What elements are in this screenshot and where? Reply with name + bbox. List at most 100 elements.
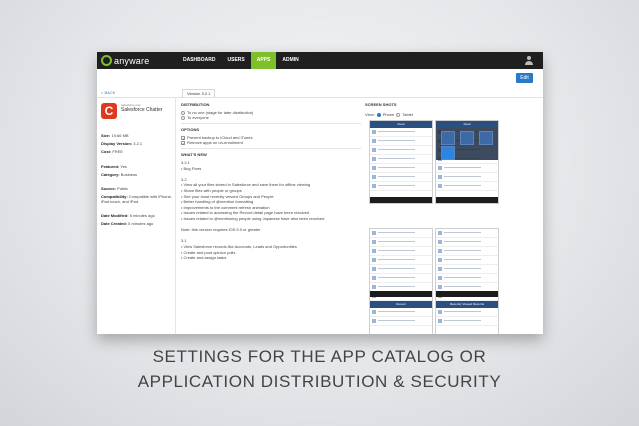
detail-key: Source:	[101, 186, 116, 191]
detail-key: Display Version:	[101, 141, 133, 146]
list-item	[370, 155, 432, 164]
view-option-phone[interactable]: Phone	[383, 112, 395, 117]
detail-value: Business	[120, 172, 138, 177]
detail-row: Cost: FREE	[101, 149, 173, 154]
list-item	[370, 173, 432, 182]
list-item	[370, 256, 432, 265]
sub-header: < BACK Version 3.2.1	[97, 88, 543, 98]
second-screen: Recent	[370, 301, 432, 326]
option-label: Remove apps on un-enrollment	[187, 140, 243, 145]
phone-screenshot[interactable]: Recent	[369, 228, 433, 334]
list-item	[370, 137, 432, 146]
list-item	[370, 128, 432, 137]
detail-key: Date Modified:	[101, 213, 129, 218]
action-tile	[441, 146, 455, 160]
radio-icon[interactable]	[181, 115, 185, 120]
list-item	[436, 164, 498, 173]
caption-line-2: APPLICATION DISTRIBUTION & SECURITY	[137, 372, 502, 391]
phone-screenshot[interactable]: Feed	[369, 120, 433, 204]
back-link[interactable]: < BACK	[101, 90, 115, 95]
view-option-tablet[interactable]: Tablet	[402, 112, 413, 117]
list-item	[370, 265, 432, 274]
option-remove-apps[interactable]: ✓ Remove apps on un-enrollment	[181, 140, 361, 145]
top-nav-bar: anyware DASHBOARD USERS APPS ADMIN	[97, 52, 543, 69]
tab-bar	[436, 291, 498, 297]
list-item	[436, 173, 498, 182]
list-item	[370, 164, 432, 173]
radio-icon[interactable]	[396, 112, 401, 117]
second-screen: Recently Viewed Records	[436, 301, 498, 326]
app-details-panel: C salesforce.com Salesforce Chatter Size…	[97, 98, 176, 334]
detail-key: Date Created:	[101, 221, 128, 226]
list-item	[436, 256, 498, 265]
list-item	[436, 247, 498, 256]
detail-key: Cost:	[101, 149, 112, 154]
nav-admin[interactable]: ADMIN	[276, 52, 304, 69]
list-item	[370, 238, 432, 247]
checkbox-icon[interactable]: ✓	[181, 135, 185, 140]
action-overlay	[436, 128, 498, 160]
nav-dashboard[interactable]: DASHBOARD	[177, 52, 222, 69]
list-item	[370, 229, 432, 238]
detail-row: Display Version: 3.2.1	[101, 141, 173, 146]
radio-icon[interactable]	[181, 110, 185, 115]
action-tile	[479, 131, 493, 145]
screenshots-heading: SCREEN SHOTS	[365, 102, 397, 107]
phone-title: Recent	[370, 301, 432, 308]
radio-icon[interactable]	[376, 112, 381, 117]
detail-value: Public	[117, 186, 128, 191]
list-item	[370, 317, 432, 326]
settings-column: DISTRIBUTION To no one (stage for later …	[181, 102, 361, 334]
list-item	[436, 182, 498, 191]
list-item	[436, 317, 498, 326]
detail-row: Date Modified: 5 minutes ago	[101, 213, 173, 218]
action-tile	[441, 131, 455, 145]
nav-users[interactable]: USERS	[222, 52, 251, 69]
checkbox-icon[interactable]: ✓	[181, 140, 185, 145]
detail-row: Size: 19.66 MB	[101, 133, 173, 138]
detail-row: Featured: Yes	[101, 164, 173, 169]
list-item	[436, 229, 498, 238]
distribution-heading: DISTRIBUTION	[181, 102, 210, 107]
main-nav: DASHBOARD USERS APPS ADMIN	[177, 52, 305, 69]
distribution-option-label: To everyone	[187, 115, 209, 120]
screenshots-column: SCREEN SHOTS View: Phone Tablet Feed Fee…	[365, 102, 543, 334]
detail-row: Source: Public	[101, 186, 173, 191]
edit-button[interactable]: Edit	[516, 73, 533, 83]
phone-screenshot[interactable]: Recently Viewed Records	[435, 228, 499, 334]
list-item	[370, 146, 432, 155]
options-heading: OPTIONS	[181, 127, 200, 132]
detail-value: 5 minutes ago	[128, 221, 154, 226]
app-name: Salesforce Chatter	[121, 107, 163, 113]
tab-bar	[370, 197, 432, 203]
distribution-option-everyone[interactable]: To everyone	[181, 115, 361, 120]
view-toggle: View: Phone Tablet	[365, 112, 413, 117]
list-item	[436, 238, 498, 247]
detail-key: Category:	[101, 172, 120, 177]
detail-row: Category: Business	[101, 172, 173, 177]
detail-row: Compatibility: Compatible with iPhone, i…	[101, 194, 173, 204]
logo[interactable]: anyware	[101, 54, 149, 67]
whats-new-heading: WHAT'S NEW	[181, 152, 207, 157]
list-item	[370, 182, 432, 191]
logo-text: anyware	[114, 55, 150, 66]
app-screenshot-frame: anyware DASHBOARD USERS APPS ADMIN Edit …	[97, 52, 543, 334]
list-item	[436, 308, 498, 317]
phone-screenshot[interactable]: Feed	[435, 120, 499, 204]
whats-new-line: • Create and assign tasks	[181, 255, 227, 261]
detail-value: Yes	[120, 164, 127, 169]
detail-row: Date Created: 5 minutes ago	[101, 221, 173, 226]
detail-value: 5 minutes ago	[129, 213, 155, 218]
phone-title: Feed	[370, 121, 432, 128]
salesforce-app-icon: C	[101, 103, 117, 119]
phone-title: Feed	[436, 121, 498, 128]
logo-mark-icon	[101, 55, 112, 66]
nav-apps[interactable]: APPS	[250, 52, 277, 69]
user-icon[interactable]	[525, 56, 533, 65]
tab-version[interactable]: Version 3.2.1	[182, 89, 216, 97]
action-tile	[460, 131, 474, 145]
detail-key: Featured:	[101, 164, 120, 169]
list-item	[370, 247, 432, 256]
detail-value: FREE	[112, 149, 124, 154]
divider	[181, 123, 361, 124]
